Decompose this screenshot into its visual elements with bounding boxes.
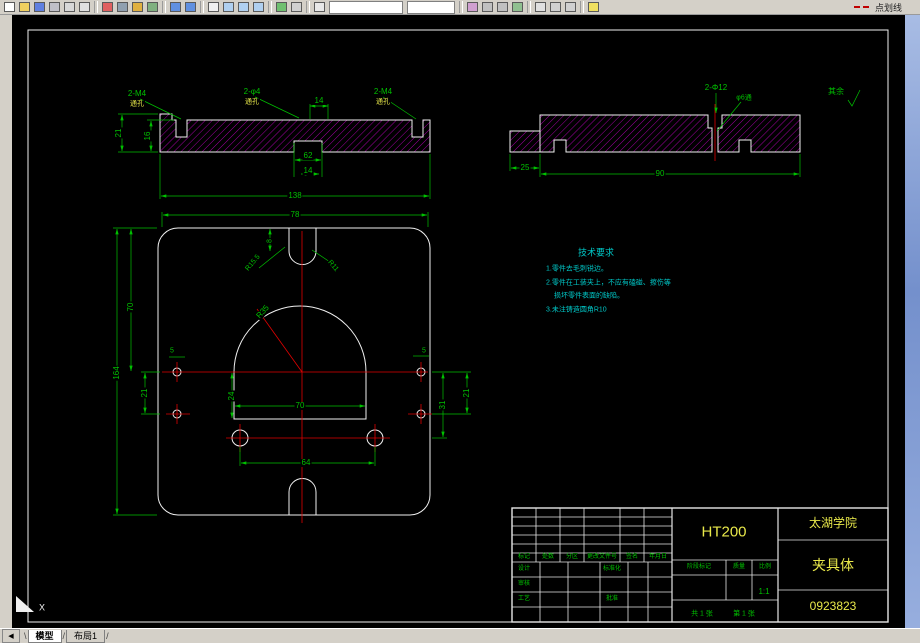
open-file-icon[interactable] — [17, 1, 31, 13]
title-block-grid — [511, 507, 889, 623]
dim-style-glyph — [496, 2, 508, 12]
distance-icon[interactable] — [274, 1, 288, 13]
zoom-window-icon[interactable] — [236, 1, 250, 13]
toolbar-separator — [162, 1, 166, 13]
layers-glyph — [313, 2, 325, 12]
match-properties-glyph — [146, 2, 158, 12]
zoom-window-glyph — [237, 2, 249, 12]
dim-style-icon[interactable] — [495, 1, 509, 13]
text-style-icon[interactable] — [480, 1, 494, 13]
new-file-icon[interactable] — [2, 1, 16, 13]
toolbar-separator — [306, 1, 310, 13]
cut-icon[interactable] — [100, 1, 114, 13]
new-file-glyph — [3, 2, 15, 12]
layers-icon[interactable] — [312, 1, 326, 13]
linetype-manager-glyph — [466, 2, 478, 12]
distance-glyph — [275, 2, 287, 12]
toolbar-separator — [200, 1, 204, 13]
zoom-realtime-glyph — [222, 2, 234, 12]
toolbar-separator — [580, 1, 584, 13]
copy-glyph — [116, 2, 128, 12]
pan-icon[interactable] — [206, 1, 220, 13]
tab-model[interactable]: 模型 — [27, 629, 62, 643]
redo-glyph — [184, 2, 196, 12]
toolbar-separator — [527, 1, 531, 13]
layout-tabs: \ 模型 / 布局1/ — [23, 629, 110, 643]
vertical-scrollbar[interactable] — [905, 15, 920, 628]
properties-icon[interactable] — [510, 1, 524, 13]
publish-glyph — [78, 2, 90, 12]
grid-glyph — [549, 2, 561, 12]
osnap-icon[interactable] — [533, 1, 547, 13]
undo-icon[interactable] — [168, 1, 182, 13]
help-glyph — [587, 2, 599, 12]
open-file-glyph — [18, 2, 30, 12]
ortho-icon[interactable] — [563, 1, 577, 13]
drawing-canvas[interactable]: .w{stroke:#f0f0f0;fill:none;stroke-width… — [12, 15, 905, 628]
ucs-icon — [16, 596, 34, 612]
tab-separator: / — [62, 631, 66, 641]
linetype-label: 点划线 — [874, 2, 902, 13]
help-icon[interactable] — [586, 1, 600, 13]
plot-glyph — [48, 2, 60, 12]
publish-icon[interactable] — [77, 1, 91, 13]
section-view-left — [118, 96, 431, 199]
layout-tabbar: ◀ \ 模型 / 布局1/ — [0, 628, 920, 643]
text-style-glyph — [481, 2, 493, 12]
plan-view — [113, 212, 471, 523]
osnap-glyph — [534, 2, 546, 12]
plot-preview-glyph — [63, 2, 75, 12]
cut-glyph — [101, 2, 113, 12]
tab-scroll-button[interactable]: ◀ — [2, 629, 20, 643]
plot-preview-icon[interactable] — [62, 1, 76, 13]
grid-icon[interactable] — [548, 1, 562, 13]
tab-separator: \ — [24, 631, 27, 641]
plot-icon[interactable] — [47, 1, 61, 13]
paste-glyph — [131, 2, 143, 12]
redo-icon[interactable] — [183, 1, 197, 13]
surface-finish-icon — [847, 89, 861, 107]
linetype-manager-icon[interactable] — [465, 1, 479, 13]
toolbar-icons — [2, 0, 601, 14]
properties-glyph — [511, 2, 523, 12]
copy-icon[interactable] — [115, 1, 129, 13]
tab-layout1[interactable]: 布局1 — [66, 629, 106, 643]
undo-glyph — [169, 2, 181, 12]
tab-separator: / — [106, 631, 109, 641]
toolbar-separator — [268, 1, 272, 13]
redraw-glyph — [290, 2, 302, 12]
linetype-sample-icon — [853, 6, 872, 8]
toolbar-separator — [94, 1, 98, 13]
zoom-previous-icon[interactable] — [251, 1, 265, 13]
cad-drawing-svg: .w{stroke:#f0f0f0;fill:none;stroke-width… — [16, 29, 889, 623]
linetype-control[interactable]: 点划线 — [853, 1, 902, 14]
zoom-realtime-icon[interactable] — [221, 1, 235, 13]
match-properties-icon[interactable] — [145, 1, 159, 13]
zoom-previous-glyph — [252, 2, 264, 12]
top-toolbar: 点划线 — [0, 0, 920, 15]
save-icon[interactable] — [32, 1, 46, 13]
pan-glyph — [207, 2, 219, 12]
section-view-right — [509, 89, 861, 177]
layer-control-dropdown[interactable] — [329, 0, 403, 14]
ortho-glyph — [564, 2, 576, 12]
save-glyph — [33, 2, 45, 12]
color-control-dropdown[interactable] — [407, 0, 455, 14]
redraw-icon[interactable] — [289, 1, 303, 13]
toolbar-separator — [459, 1, 463, 13]
paste-icon[interactable] — [130, 1, 144, 13]
